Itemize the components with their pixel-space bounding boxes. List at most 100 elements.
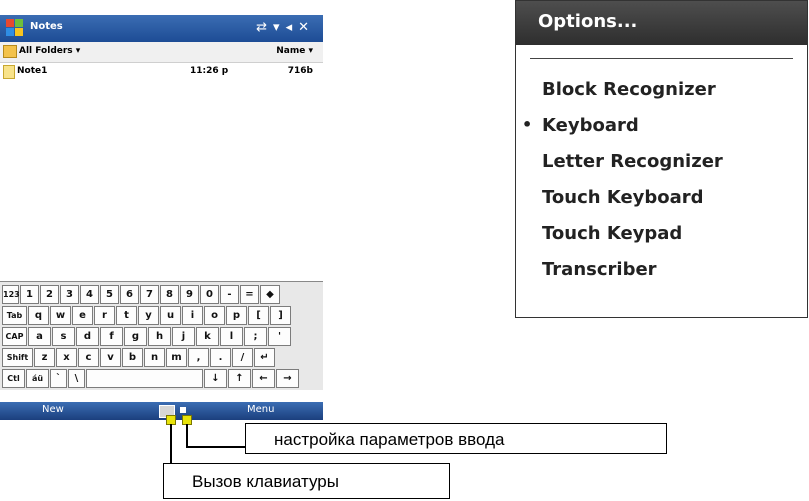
callout-line	[170, 424, 172, 464]
keyboard-key[interactable]: .	[210, 348, 231, 367]
keyboard-key[interactable]: 2	[40, 285, 59, 304]
close-icon[interactable]: ✕	[298, 20, 315, 35]
keyboard-key[interactable]: c	[78, 348, 99, 367]
input-options-arrow-icon[interactable]	[180, 407, 186, 413]
keyboard-key[interactable]: /	[232, 348, 253, 367]
keyboard-key[interactable]: 6	[120, 285, 139, 304]
keyboard-key[interactable]: i	[182, 306, 203, 325]
menu-button[interactable]: Menu	[247, 404, 274, 415]
keyboard-row: 123 1 2 3 4 5 6 7 8 9 0- = ◆	[0, 285, 323, 304]
keyboard-key[interactable]: =	[240, 285, 259, 304]
keyboard-key[interactable]: d	[76, 327, 99, 346]
keyboard-key[interactable]: n	[144, 348, 165, 367]
sort-dropdown[interactable]: Name ▾	[276, 46, 313, 56]
keyboard-key[interactable]: 5	[100, 285, 119, 304]
keyboard-callout: Вызов клавиатуры	[163, 463, 450, 499]
list-item[interactable]: Note1 11:26 p 716b	[0, 63, 323, 81]
connectivity-icon[interactable]: ⇄	[256, 20, 273, 35]
selected-bullet-icon: •	[522, 115, 533, 134]
input-options-menu: Options... Block Recognizer • Keyboard Lett…	[515, 0, 808, 318]
menu-bar: New Menu	[0, 402, 323, 420]
menu-item[interactable]: Block Recognizer	[542, 79, 716, 100]
options-title[interactable]: Options...	[538, 11, 637, 32]
notes-list-area	[0, 81, 323, 267]
keyboard-key[interactable]: [	[248, 306, 269, 325]
keyboard-key[interactable]: 3	[60, 285, 79, 304]
new-button[interactable]: New	[42, 404, 64, 415]
keyboard-key[interactable]: s	[52, 327, 75, 346]
keyboard-key[interactable]: h	[148, 327, 171, 346]
keyboard-key[interactable]: t	[116, 306, 137, 325]
keyboard-key[interactable]: 0	[200, 285, 219, 304]
pocket-pc-screen: Notes ⇄▾◂✕ All Folders ▾ Name ▾ Note1 11…	[0, 15, 323, 420]
keyboard-key[interactable]: ↵	[254, 348, 275, 367]
callout-line	[186, 424, 188, 447]
keyboard-key[interactable]: y	[138, 306, 159, 325]
keyboard-key[interactable]: q	[28, 306, 49, 325]
space-key[interactable]	[86, 369, 203, 388]
keyboard-key[interactable]: z	[34, 348, 55, 367]
keyboard-key[interactable]: →	[276, 369, 299, 388]
keyboard-key[interactable]: p	[226, 306, 247, 325]
menu-item[interactable]: • Keyboard	[522, 115, 639, 136]
keyboard-key[interactable]: l	[220, 327, 243, 346]
volume-icon[interactable]: ◂	[286, 20, 299, 35]
file-time: 11:26 p	[190, 66, 229, 76]
menu-item-label: Transcriber	[542, 259, 657, 280]
keyboard-key[interactable]: u	[160, 306, 181, 325]
keyboard-key[interactable]: 4	[80, 285, 99, 304]
keyboard-key[interactable]: x	[56, 348, 77, 367]
keyboard-key[interactable]: Ctl	[2, 369, 25, 388]
keyboard-row: Shift z x c v b n m,. / ↵	[0, 348, 323, 367]
folder-dropdown[interactable]: All Folders ▾	[19, 46, 80, 56]
keyboard-key[interactable]: ←	[252, 369, 275, 388]
keyboard-key[interactable]: 8	[160, 285, 179, 304]
folder-icon	[3, 45, 17, 58]
keyboard-key[interactable]: CAP	[2, 327, 27, 346]
keyboard-key[interactable]: 1	[20, 285, 39, 304]
keyboard-key[interactable]: `	[50, 369, 67, 388]
keyboard-key[interactable]: ]	[270, 306, 291, 325]
keyboard-key[interactable]: 123	[2, 285, 20, 304]
keyboard-key[interactable]: ,	[188, 348, 209, 367]
keyboard-key[interactable]: e	[72, 306, 93, 325]
keyboard-key[interactable]: ◆	[260, 285, 280, 304]
keyboard-key[interactable]: ↑	[228, 369, 251, 388]
keyboard-row: Ctl áü ` \ ↓ ↑ ← →	[0, 369, 323, 388]
keyboard-key[interactable]: v	[100, 348, 121, 367]
callout-line	[186, 446, 246, 448]
keyboard-key[interactable]: ↓	[204, 369, 227, 388]
keyboard-key[interactable]: \	[68, 369, 85, 388]
keyboard-row: Tab q w e r t y u i o p[]	[0, 306, 323, 325]
keyboard-key[interactable]: a	[28, 327, 51, 346]
folder-toolbar: All Folders ▾ Name ▾	[0, 42, 323, 63]
menu-item[interactable]: Touch Keypad	[542, 223, 682, 244]
keyboard-key[interactable]: m	[166, 348, 187, 367]
menu-item[interactable]: Letter Recognizer	[542, 151, 723, 172]
keyboard-key[interactable]: j	[172, 327, 195, 346]
keyboard-key[interactable]: g	[124, 327, 147, 346]
keyboard-key[interactable]: 7	[140, 285, 159, 304]
options-header: Options...	[516, 1, 807, 45]
keyboard-key[interactable]: r	[94, 306, 115, 325]
windows-start-icon[interactable]	[6, 19, 24, 37]
keyboard-key[interactable]: Shift	[2, 348, 33, 367]
keyboard-key[interactable]: f	[100, 327, 123, 346]
keyboard-key[interactable]: ;	[244, 327, 267, 346]
keyboard-key[interactable]: 9	[180, 285, 199, 304]
file-size: 716b	[287, 66, 313, 76]
signal-icon[interactable]: ▾	[273, 20, 286, 35]
menu-item[interactable]: Transcriber	[542, 259, 657, 280]
status-icons: ⇄▾◂✕	[256, 20, 315, 35]
keyboard-key[interactable]: b	[122, 348, 143, 367]
keyboard-key[interactable]: o	[204, 306, 225, 325]
keyboard-key[interactable]: Tab	[2, 306, 27, 325]
keyboard-key[interactable]: k	[196, 327, 219, 346]
keyboard-row: CAP a s d f g h j k l; '	[0, 327, 323, 346]
keyboard-key[interactable]: -	[220, 285, 239, 304]
keyboard-key[interactable]: w	[50, 306, 71, 325]
keyboard-key[interactable]: áü	[26, 369, 49, 388]
menu-item[interactable]: Touch Keyboard	[542, 187, 704, 208]
keyboard-key[interactable]: '	[268, 327, 291, 346]
menu-item-label: Letter Recognizer	[542, 151, 723, 172]
